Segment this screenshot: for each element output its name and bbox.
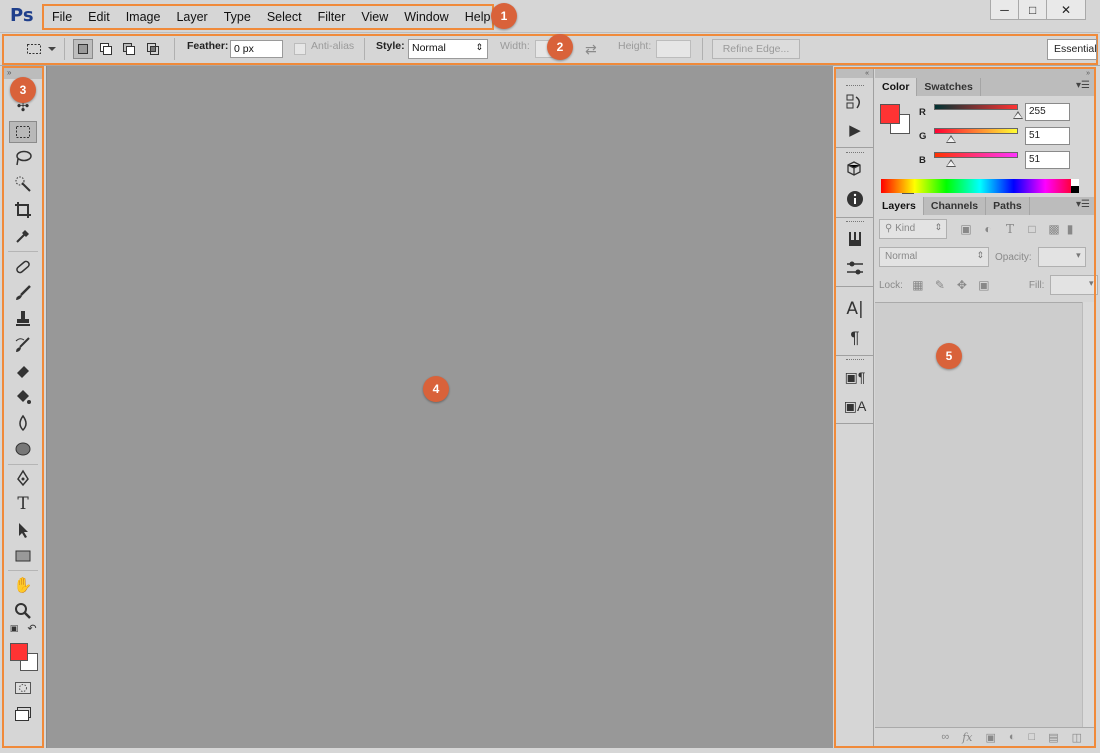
- crop-tool-icon[interactable]: [9, 199, 37, 221]
- spot-healing-brush-icon[interactable]: [9, 256, 37, 278]
- menu-edit[interactable]: Edit: [80, 10, 118, 24]
- photoshop-logo: Ps: [10, 5, 34, 26]
- document-canvas-area[interactable]: [46, 66, 833, 748]
- callout-badge: 5: [936, 343, 962, 369]
- callout-badge: 4: [423, 376, 449, 402]
- close-icon[interactable]: ✕: [1047, 0, 1085, 19]
- quick-selection-tool-icon[interactable]: [9, 173, 37, 195]
- workspace-switcher[interactable]: Essentials: [1047, 39, 1097, 60]
- subtract-from-selection-icon[interactable]: [119, 39, 139, 59]
- window-controls: ─ □ ✕: [990, 0, 1086, 20]
- swap-colors-icon[interactable]: ↶: [25, 621, 39, 635]
- minimize-icon[interactable]: ─: [991, 0, 1020, 19]
- sponge-tool-icon[interactable]: [9, 438, 37, 460]
- new-selection-icon[interactable]: [73, 39, 93, 59]
- quick-mask-icon[interactable]: [9, 677, 37, 699]
- callout-badge: 3: [10, 77, 36, 103]
- blur-tool-icon[interactable]: [9, 412, 37, 434]
- menu-select[interactable]: Select: [259, 10, 310, 24]
- menu-window[interactable]: Window: [396, 10, 456, 24]
- main-menu: File Edit Image Layer Type Select Filter…: [42, 4, 494, 30]
- rectangular-marquee-tool-icon[interactable]: [9, 121, 37, 143]
- brush-tool-icon[interactable]: [9, 282, 37, 304]
- callout-badge: 2: [547, 34, 573, 60]
- type-tool-icon[interactable]: T: [9, 493, 37, 515]
- width-label: Width:: [500, 40, 530, 52]
- height-label: Height:: [618, 40, 652, 52]
- clone-stamp-tool-icon[interactable]: [9, 308, 37, 330]
- color-panel-foreground-swatch[interactable]: [880, 104, 900, 124]
- tools-panel: » ✣ T ✋ ▣ ↶: [2, 66, 44, 748]
- add-to-selection-icon[interactable]: [96, 39, 116, 59]
- anti-alias-checkbox[interactable]: [294, 43, 306, 55]
- history-brush-tool-icon[interactable]: [9, 334, 37, 356]
- preset-dropdown-icon[interactable]: [46, 39, 58, 59]
- zoom-tool-icon[interactable]: [9, 600, 37, 622]
- panels-highlight: [834, 67, 1096, 748]
- eyedropper-tool-icon[interactable]: [9, 225, 37, 247]
- menu-bar: Ps File Edit Image Layer Type Select Fil…: [0, 0, 1100, 33]
- menu-filter[interactable]: Filter: [310, 10, 354, 24]
- path-selection-tool-icon[interactable]: [9, 519, 37, 541]
- menu-view[interactable]: View: [353, 10, 396, 24]
- menu-image[interactable]: Image: [118, 10, 169, 24]
- pen-tool-icon[interactable]: [9, 467, 37, 489]
- eraser-tool-icon[interactable]: [9, 360, 37, 382]
- rectangle-tool-icon[interactable]: [9, 545, 37, 567]
- style-value: Normal: [412, 42, 446, 54]
- intersect-selection-icon[interactable]: [143, 39, 163, 59]
- style-select[interactable]: Normal ⇕: [408, 39, 488, 59]
- marquee-preset-icon[interactable]: [24, 39, 44, 59]
- menu-layer[interactable]: Layer: [168, 10, 215, 24]
- menu-file[interactable]: File: [44, 10, 80, 24]
- refine-edge-button[interactable]: Refine Edge...: [712, 39, 800, 59]
- maximize-icon[interactable]: □: [1019, 0, 1048, 19]
- height-input[interactable]: [656, 40, 691, 58]
- menu-type[interactable]: Type: [216, 10, 259, 24]
- hand-tool-icon[interactable]: ✋: [9, 574, 37, 596]
- swap-dimensions-icon[interactable]: ⇄: [585, 41, 597, 58]
- callout-badge: 1: [491, 3, 517, 29]
- screen-mode-icon[interactable]: [9, 703, 37, 725]
- foreground-color-swatch[interactable]: [10, 643, 28, 661]
- select-arrows-icon: ⇕: [475, 42, 483, 52]
- lasso-tool-icon[interactable]: [9, 147, 37, 169]
- paint-bucket-tool-icon[interactable]: [9, 386, 37, 408]
- feather-input[interactable]: 0 px: [230, 40, 283, 58]
- default-colors-icon[interactable]: ▣: [7, 621, 21, 635]
- feather-label: Feather:: [187, 40, 229, 52]
- style-label: Style:: [376, 40, 405, 52]
- anti-alias-label: Anti-alias: [311, 40, 355, 52]
